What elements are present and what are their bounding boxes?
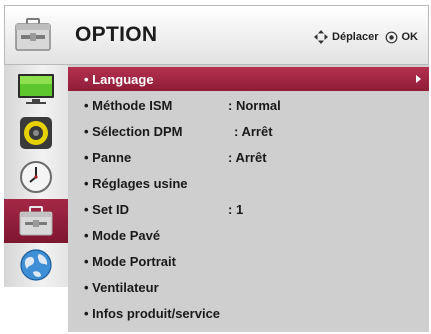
menu-item-value: : Normal [228,98,281,113]
osd-menu: OPTION Déplacer OK • Language • Méthode … [4,5,429,332]
menu-item-set-id[interactable]: • Set ID : 1 [68,197,429,221]
menu-item-value: : 1 [228,202,244,217]
menu-item-label: • Réglages usine [84,176,188,191]
menu-item-label: • Mode Pavé [84,228,161,243]
sidebar-item-network[interactable] [4,243,68,287]
menu-item-value: : Arrêt [234,124,273,139]
sidebar-item-option[interactable] [4,199,68,243]
toolbox-icon [19,206,53,236]
sidebar-item-time[interactable] [4,155,68,199]
globe-icon [20,249,52,281]
menu-item-power-failure[interactable]: • Panne : Arrêt [68,145,429,169]
menu-item-label: • Mode Portrait [84,254,176,269]
menu-item-label: • Set ID [84,202,130,217]
menu-item-label: • Infos produit/service [84,306,221,321]
sidebar-item-sound[interactable] [4,111,68,155]
menu-item-label: • Méthode ISM [84,98,173,113]
menu-header: OPTION Déplacer OK [4,5,429,65]
navigation-hint: Déplacer OK [313,28,418,46]
menu-item-language[interactable]: • Language [68,67,429,91]
submenu-arrow-icon [416,75,421,83]
menu-item-factory-reset[interactable]: • Réglages usine [68,171,429,195]
picture-icon [18,74,54,104]
category-sidebar [4,65,69,287]
sidebar-item-picture[interactable] [4,67,68,111]
ok-label: OK [401,31,419,43]
menu-item-portrait-mode[interactable]: • Mode Portrait [68,249,429,273]
menu-item-dpm-select[interactable]: • Sélection DPM : Arrêt [68,119,429,143]
toolbox-icon [15,18,51,51]
clock-icon [20,161,52,193]
menu-item-fan[interactable]: • Ventilateur [68,275,429,299]
direction-pad-icon [314,30,329,44]
menu-item-label: • Ventilateur [84,280,159,295]
ok-button-icon [385,31,397,43]
menu-item-label: • Language [84,72,154,87]
move-label: Déplacer [332,31,379,43]
menu-item-ism-method[interactable]: • Méthode ISM : Normal [68,93,429,117]
menu-item-label: • Sélection DPM [84,124,183,139]
option-menu-list: • Language • Méthode ISM : Normal • Séle… [68,65,429,332]
menu-item-value: : Arrêt [228,150,267,165]
menu-item-product-info[interactable]: • Infos produit/service [68,301,429,325]
speaker-icon [20,117,52,149]
page-title: OPTION [75,23,158,46]
menu-item-tile-mode[interactable]: • Mode Pavé [68,223,429,247]
menu-item-label: • Panne [84,150,132,165]
